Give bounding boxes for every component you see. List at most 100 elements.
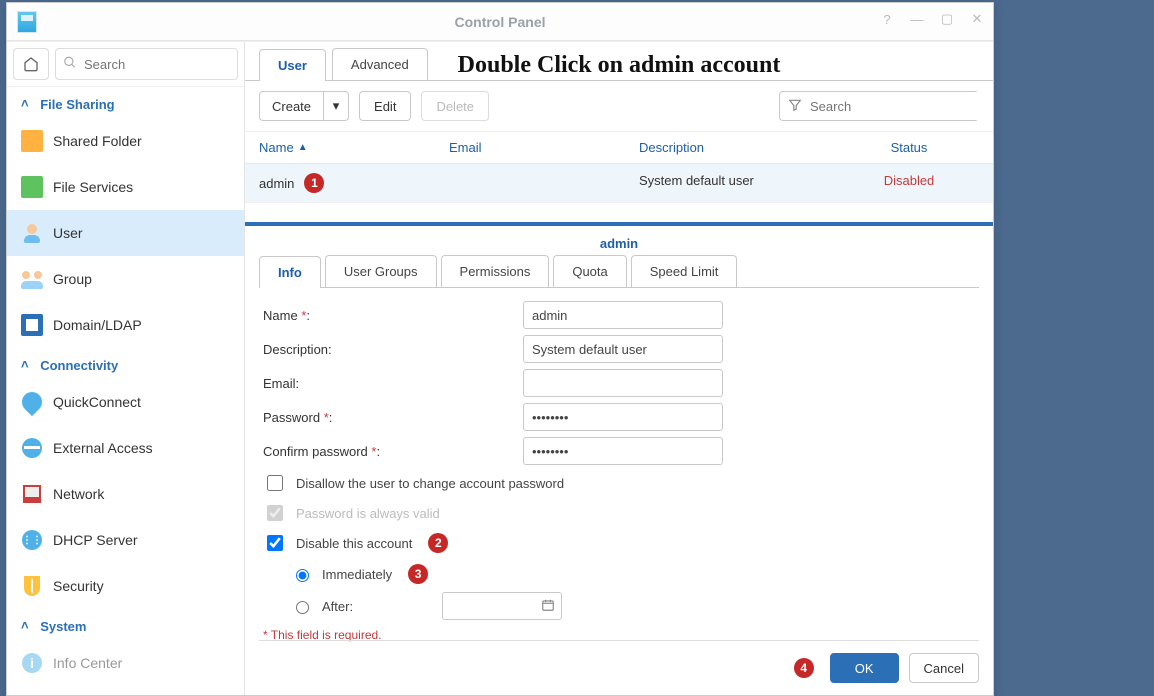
- sidebar-item-group[interactable]: Group: [7, 256, 244, 302]
- tab-advanced[interactable]: Advanced: [332, 48, 428, 80]
- close-icon[interactable]: ✕: [967, 9, 987, 29]
- disallow-change-checkbox[interactable]: [267, 475, 283, 491]
- cell-description: System default user: [639, 173, 839, 193]
- external-access-icon: [21, 437, 43, 459]
- sidebar-item-security[interactable]: Security: [7, 563, 244, 609]
- sidebar-item-dhcp[interactable]: ⋮⋮ DHCP Server: [7, 517, 244, 563]
- label-password: Password *:: [263, 410, 523, 425]
- network-icon: [21, 483, 43, 505]
- after-date-field[interactable]: [442, 592, 562, 620]
- shared-folder-icon: [21, 130, 43, 152]
- sidebar-item-file-services[interactable]: File Services: [7, 164, 244, 210]
- window-title: Control Panel: [454, 14, 545, 30]
- col-status-header[interactable]: Status: [839, 140, 979, 155]
- sidebar-item-shared-folder[interactable]: Shared Folder: [7, 118, 244, 164]
- app-icon: [15, 9, 39, 35]
- sort-asc-icon: ▲: [298, 142, 308, 153]
- label-after: After:: [322, 599, 432, 614]
- sidebar-item-user[interactable]: User: [7, 210, 244, 256]
- col-email-header[interactable]: Email: [449, 140, 639, 155]
- toolbar-search-input[interactable]: [808, 92, 988, 120]
- label-disallow-change: Disallow the user to change account pass…: [296, 476, 564, 491]
- confirm-password-field[interactable]: [523, 437, 723, 465]
- dialog-title: admin: [259, 226, 979, 255]
- callout-badge-2: 2: [428, 533, 448, 553]
- tab-user-groups[interactable]: User Groups: [325, 255, 437, 287]
- grid-header: Name ▲ Email Description Status: [245, 132, 993, 164]
- section-file-sharing[interactable]: ˄ File Sharing: [7, 87, 244, 118]
- cell-status: Disabled: [839, 173, 979, 193]
- file-services-icon: [21, 176, 43, 198]
- delete-button: Delete: [421, 91, 489, 121]
- edit-button[interactable]: Edit: [359, 91, 411, 121]
- callout-badge-4: 4: [794, 658, 814, 678]
- password-field[interactable]: [523, 403, 723, 431]
- label-password-always-valid: Password is always valid: [296, 506, 440, 521]
- control-panel-window: Control Panel ? — ▢ ✕ ˄: [6, 2, 994, 696]
- tutorial-headline: Double Click on admin account: [458, 52, 781, 79]
- sidebar-item-info-center[interactable]: i Info Center: [7, 640, 244, 686]
- label-email: Email:: [263, 376, 523, 391]
- main-area: Double Click on admin account User Advan…: [245, 42, 993, 695]
- sidebar-item-external-access[interactable]: External Access: [7, 425, 244, 471]
- tab-speed-limit[interactable]: Speed Limit: [631, 255, 738, 287]
- label-disable-account: Disable this account: [296, 536, 412, 551]
- tab-permissions[interactable]: Permissions: [441, 255, 550, 287]
- cancel-button[interactable]: Cancel: [909, 653, 979, 683]
- sidebar-item-network[interactable]: Network: [7, 471, 244, 517]
- home-button[interactable]: [13, 48, 49, 80]
- calendar-icon: [541, 598, 555, 615]
- chevron-up-icon: ˄: [21, 357, 29, 372]
- col-name-header[interactable]: Name ▲: [259, 140, 449, 155]
- email-field[interactable]: [523, 369, 723, 397]
- sidebar-search-input[interactable]: [55, 48, 238, 80]
- col-description-header[interactable]: Description: [639, 140, 839, 155]
- sidebar-item-domain-ldap[interactable]: Domain/LDAP: [7, 302, 244, 348]
- shield-icon: [21, 575, 43, 597]
- titlebar: Control Panel ? — ▢ ✕: [7, 3, 993, 41]
- section-system[interactable]: ˄ System: [7, 609, 244, 640]
- disable-account-checkbox[interactable]: [267, 535, 283, 551]
- radio-immediately[interactable]: [296, 569, 309, 582]
- funnel-icon: [788, 98, 802, 115]
- tab-quota[interactable]: Quota: [553, 255, 626, 287]
- name-field[interactable]: [523, 301, 723, 329]
- cell-email: [449, 173, 639, 193]
- toolbar: Create ▾ Edit Delete: [245, 81, 993, 132]
- domain-ldap-icon: [21, 314, 43, 336]
- help-icon[interactable]: ?: [877, 9, 897, 29]
- label-description: Description:: [263, 342, 523, 357]
- chevron-up-icon: ˄: [21, 618, 29, 633]
- edit-user-dialog: admin Info User Groups Permissions Quota…: [245, 222, 993, 695]
- section-connectivity[interactable]: ˄ Connectivity: [7, 348, 244, 379]
- quickconnect-icon: [21, 391, 43, 413]
- table-row[interactable]: admin 1 System default user Disabled: [245, 164, 993, 203]
- dialog-tabs: Info User Groups Permissions Quota Speed…: [259, 255, 979, 288]
- create-dropdown-caret[interactable]: ▾: [323, 92, 348, 120]
- group-icon: [21, 268, 43, 290]
- chevron-up-icon: ˄: [21, 96, 29, 111]
- tab-user[interactable]: User: [259, 49, 326, 81]
- sidebar-item-quickconnect[interactable]: QuickConnect: [7, 379, 244, 425]
- callout-badge-3: 3: [408, 564, 428, 584]
- window-controls: ? — ▢ ✕: [877, 9, 987, 29]
- description-field[interactable]: [523, 335, 723, 363]
- callout-badge-1: 1: [304, 173, 324, 193]
- tab-info[interactable]: Info: [259, 256, 321, 288]
- minimize-icon[interactable]: —: [907, 9, 927, 29]
- ok-button[interactable]: OK: [830, 653, 899, 683]
- label-immediately: Immediately: [322, 567, 392, 582]
- create-button[interactable]: Create ▾: [259, 91, 349, 121]
- dhcp-icon: ⋮⋮: [21, 529, 43, 551]
- sidebar: ˄ File Sharing Shared Folder File Servic…: [7, 42, 245, 695]
- toolbar-search[interactable]: [779, 91, 979, 121]
- dialog-footer: 4 OK Cancel: [259, 640, 979, 683]
- user-icon: [21, 222, 43, 244]
- label-confirm-password: Confirm password *:: [263, 444, 523, 459]
- info-form: Name *: Description: Email: Password *:: [259, 288, 979, 642]
- password-always-valid-checkbox: [267, 505, 283, 521]
- maximize-icon[interactable]: ▢: [937, 9, 957, 29]
- radio-after[interactable]: [296, 601, 309, 614]
- search-icon: [63, 56, 77, 73]
- cell-name: admin: [259, 176, 294, 191]
